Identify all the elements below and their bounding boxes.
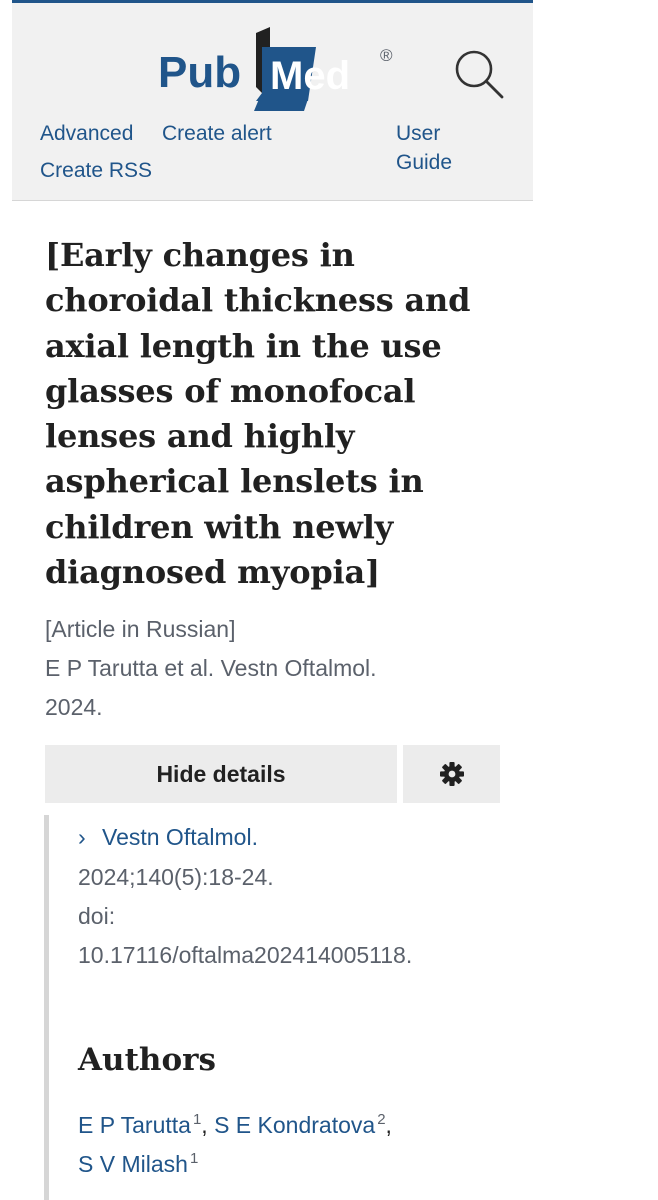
user-guide-link[interactable]: User Guide bbox=[396, 119, 452, 177]
author-link[interactable]: E P Tarutta bbox=[78, 1112, 191, 1138]
journal-link[interactable]: › Vestn Oftalmol. bbox=[78, 821, 258, 853]
user-guide-label-line2: Guide bbox=[396, 151, 453, 174]
title-line: glasses of monofocal bbox=[45, 371, 416, 410]
title-line: diagnosed myopia] bbox=[45, 553, 380, 592]
short-citation-year: 2024. bbox=[45, 694, 103, 720]
search-icon[interactable] bbox=[452, 47, 506, 101]
user-guide-label-line1: User bbox=[396, 122, 441, 145]
title-line: lenses and highly bbox=[45, 417, 355, 456]
gear-icon bbox=[439, 762, 464, 786]
create-rss-link[interactable]: Create RSS bbox=[40, 156, 152, 185]
authors-list-continued: S V Milash 1 bbox=[78, 1143, 198, 1180]
author-link[interactable]: S E Kondratova bbox=[214, 1112, 375, 1138]
hide-details-button[interactable]: Hide details bbox=[45, 745, 397, 803]
title-line: axial length in the use bbox=[45, 326, 442, 365]
journal-name: Vestn Oftalmol. bbox=[102, 824, 258, 850]
short-citation: E P Tarutta et al. Vestn Oftalmol. bbox=[45, 655, 377, 681]
chevron-right-icon: › bbox=[78, 824, 86, 850]
details-panel-border bbox=[44, 815, 49, 1200]
affiliation-marker[interactable]: 2 bbox=[377, 1111, 385, 1128]
display-options-button[interactable] bbox=[403, 745, 500, 803]
site-header: Pub Med ® Advanced Create alert Create R… bbox=[12, 3, 533, 201]
title-line: children with newly bbox=[45, 507, 394, 546]
language-note: [Article in Russian] bbox=[45, 616, 236, 642]
affiliation-marker[interactable]: 1 bbox=[193, 1111, 201, 1128]
title-line: [Early changes in bbox=[45, 236, 355, 274]
affiliation-marker[interactable]: 1 bbox=[190, 1150, 198, 1167]
title-line: aspherical lenslets in bbox=[45, 462, 424, 501]
authors-list: E P Tarutta 1, S E Kondratova 2, bbox=[78, 1111, 392, 1138]
authors-heading: Authors bbox=[78, 1042, 216, 1078]
doi-label: doi: bbox=[78, 903, 116, 929]
article-title: [Early changes in choroidal thickness an… bbox=[45, 233, 485, 595]
title-line: choroidal thickness and bbox=[45, 281, 471, 320]
advanced-search-link[interactable]: Advanced bbox=[40, 119, 133, 148]
volume-pages: 2024;140(5):18-24. bbox=[78, 864, 274, 890]
doi-value[interactable]: 10.17116/oftalma202414005118. bbox=[78, 939, 412, 971]
logo-pub-text: Pub bbox=[158, 48, 241, 97]
logo-registered-mark: ® bbox=[380, 46, 393, 65]
logo-med-text: Med bbox=[270, 54, 350, 98]
pubmed-logo[interactable]: Pub Med ® bbox=[158, 27, 408, 117]
author-link[interactable]: S V Milash bbox=[78, 1151, 188, 1177]
create-alert-link[interactable]: Create alert bbox=[162, 119, 272, 148]
